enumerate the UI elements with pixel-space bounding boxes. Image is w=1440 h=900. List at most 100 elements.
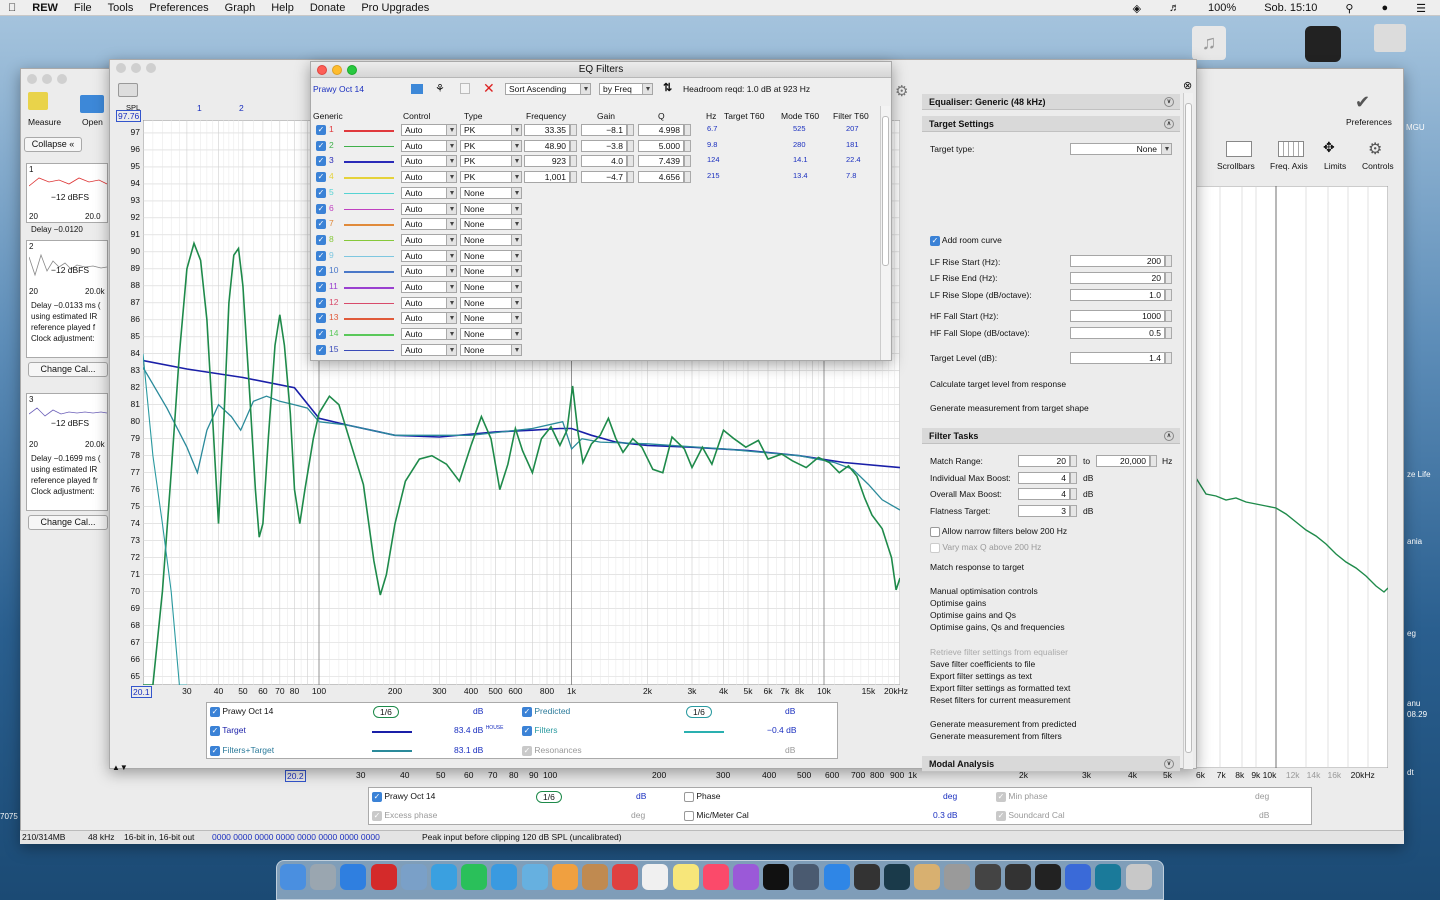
trash-icon[interactable] [1125,864,1152,890]
preview-icon[interactable] [400,864,427,890]
mic-cal-toggle[interactable]: Mic/Meter Cal [684,810,749,821]
voice-icon[interactable] [793,864,820,890]
sort-by-select[interactable]: by Freq [599,83,653,95]
lf-rise-start-field[interactable]: 200 [1070,255,1165,267]
optimise-gains-qs-link[interactable]: Optimise gains and Qs [930,610,1016,620]
filter-type-select[interactable]: None [460,233,522,246]
filter-q-stepper[interactable] [684,139,691,152]
filter-q-field[interactable]: 7.439 [638,155,684,168]
menu-pro-upgrades[interactable]: Pro Upgrades [353,2,437,14]
notes-icon[interactable] [672,864,699,890]
overall-max-boost-stepper[interactable] [1070,488,1077,500]
app-icon[interactable] [914,864,941,890]
filter-tasks-header[interactable]: Filter Tasks ∧ [922,428,1180,444]
filter-frequency-field[interactable]: 48.90 [524,139,570,152]
legend-measurement-smoothing[interactable]: 1/6 [373,706,399,718]
filter-control-select[interactable]: Auto [401,186,457,199]
filter-type-select[interactable]: None [460,312,522,325]
limits-icon[interactable]: ✥ [1323,139,1335,156]
eq-window-min[interactable] [131,63,141,73]
main-minimize-button[interactable] [42,74,52,84]
filter-type-select[interactable]: PK [460,124,522,136]
change-cal-button-2[interactable]: Change Cal... [28,362,108,377]
measurement-2-panel[interactable]: 2 −12 dBFS 20 20.0k Delay −0.0133 ms ( u… [26,240,108,358]
filter-gain-stepper[interactable] [627,124,634,136]
y-top-value[interactable]: 97.76 [116,110,142,122]
panel-close-icon[interactable]: ⊗ [1183,79,1192,92]
filter-gain-field[interactable]: −3.8 [581,139,627,152]
legend-predicted-smoothing[interactable]: 1/6 [686,706,712,718]
appstore-icon[interactable] [823,864,850,890]
equaliser-header[interactable]: Equaliser: Generic (48 kHz) ∨ [922,94,1180,110]
filter-q-stepper[interactable] [684,171,691,184]
filter-frequency-field[interactable]: 1,001 [524,171,570,184]
filter-enable-checkbox[interactable]: ✓ [316,282,326,292]
rew-icon[interactable] [1095,864,1122,890]
filter-control-select[interactable]: Auto [401,202,457,215]
scrollbars-label[interactable]: Scrollbars [1217,161,1255,171]
status-memory[interactable]: 210/314MB [22,831,65,843]
optimise-all-link[interactable]: Optimise gains, Qs and frequencies [930,622,1065,632]
menu-donate[interactable]: Donate [302,2,353,14]
filter-type-select[interactable]: None [460,343,522,356]
marker-1[interactable]: 1 [197,103,202,113]
volume-icon[interactable]: ♬ [1161,2,1188,14]
menu-preferences[interactable]: Preferences [141,2,216,14]
filter-control-select[interactable]: Auto [401,218,457,231]
music-icon[interactable] [702,864,729,890]
filter-control-select[interactable]: Auto [401,124,457,136]
filter-type-select[interactable]: PK [460,139,522,152]
retrieve-filter-settings-link[interactable]: Retrieve filter settings from equaliser [930,647,1068,657]
hf-fall-slope-stepper[interactable] [1165,327,1172,339]
app-desktop-icon[interactable] [1305,26,1341,62]
match-range-to-field[interactable]: 20,000 [1096,455,1150,467]
filter-type-select[interactable]: None [460,328,522,341]
vary-max-q-checkbox[interactable]: Vary max Q above 200 Hz [930,542,1041,553]
target-settings-header[interactable]: Target Settings ∧ [922,116,1180,132]
filter-type-select[interactable]: None [460,265,522,278]
legend-filters-target[interactable]: ✓ Filters+Target [210,745,274,756]
legend-measurement[interactable]: ✓ Prawy Oct 14 [210,706,273,717]
filter-q-field[interactable]: 4.656 [638,171,684,184]
safari-icon[interactable] [340,864,367,890]
add-room-curve-checkbox[interactable]: ✓ Add room curve [930,235,1002,246]
eq-filters-scrollbar[interactable] [880,106,890,360]
measure-label[interactable]: Measure [28,117,61,127]
sort-arrows-icon[interactable]: ⇅ [663,81,672,94]
marker-2[interactable]: 2 [239,103,244,113]
controls-gear-icon[interactable]: ⚙ [1368,139,1382,159]
control-center-icon[interactable]: ☰ [1408,2,1434,15]
filter-control-select[interactable]: Auto [401,233,457,246]
filter-enable-checkbox[interactable]: ✓ [316,329,326,340]
desktop-label-4[interactable]: anu [1407,699,1420,708]
calendar-icon[interactable] [612,864,639,890]
menu-file[interactable]: File [66,2,100,14]
app-icon[interactable] [1065,864,1092,890]
lf-rise-slope-stepper[interactable] [1165,289,1172,301]
filter-type-select[interactable]: None [460,249,522,262]
filter-gain-stepper[interactable] [627,171,634,184]
delete-x-icon[interactable]: ✕ [483,80,495,97]
filter-type-select[interactable]: PK [460,171,522,184]
filter-q-stepper[interactable] [684,155,691,168]
controls-label[interactable]: Controls [1362,161,1394,171]
filter-enable-checkbox[interactable]: ✓ [316,234,326,245]
filter-type-select[interactable]: None [460,186,522,199]
app-icon[interactable] [884,864,910,890]
photos-icon[interactable] [551,864,578,890]
filter-frequency-stepper[interactable] [570,139,577,152]
filter-control-select[interactable]: Auto [401,171,457,184]
load-icon[interactable]: ⚘ [435,82,445,95]
filter-q-field[interactable]: 5.000 [638,139,684,152]
menu-app[interactable]: REW [24,2,66,14]
measure-icon[interactable] [28,92,48,110]
match-range-to-stepper[interactable] [1150,455,1157,467]
hf-fall-start-field[interactable]: 1000 [1070,310,1165,322]
filter-enable-checkbox[interactable]: ✓ [316,140,326,151]
filter-control-select[interactable]: Auto [401,249,457,262]
opera-icon[interactable] [370,864,397,890]
filter-enable-checkbox[interactable]: ✓ [316,172,326,183]
filter-frequency-stepper[interactable] [570,155,577,168]
save-filter-coefficients-link[interactable]: Save filter coefficients to file [930,659,1035,669]
eq-window-zoom[interactable] [146,63,156,73]
